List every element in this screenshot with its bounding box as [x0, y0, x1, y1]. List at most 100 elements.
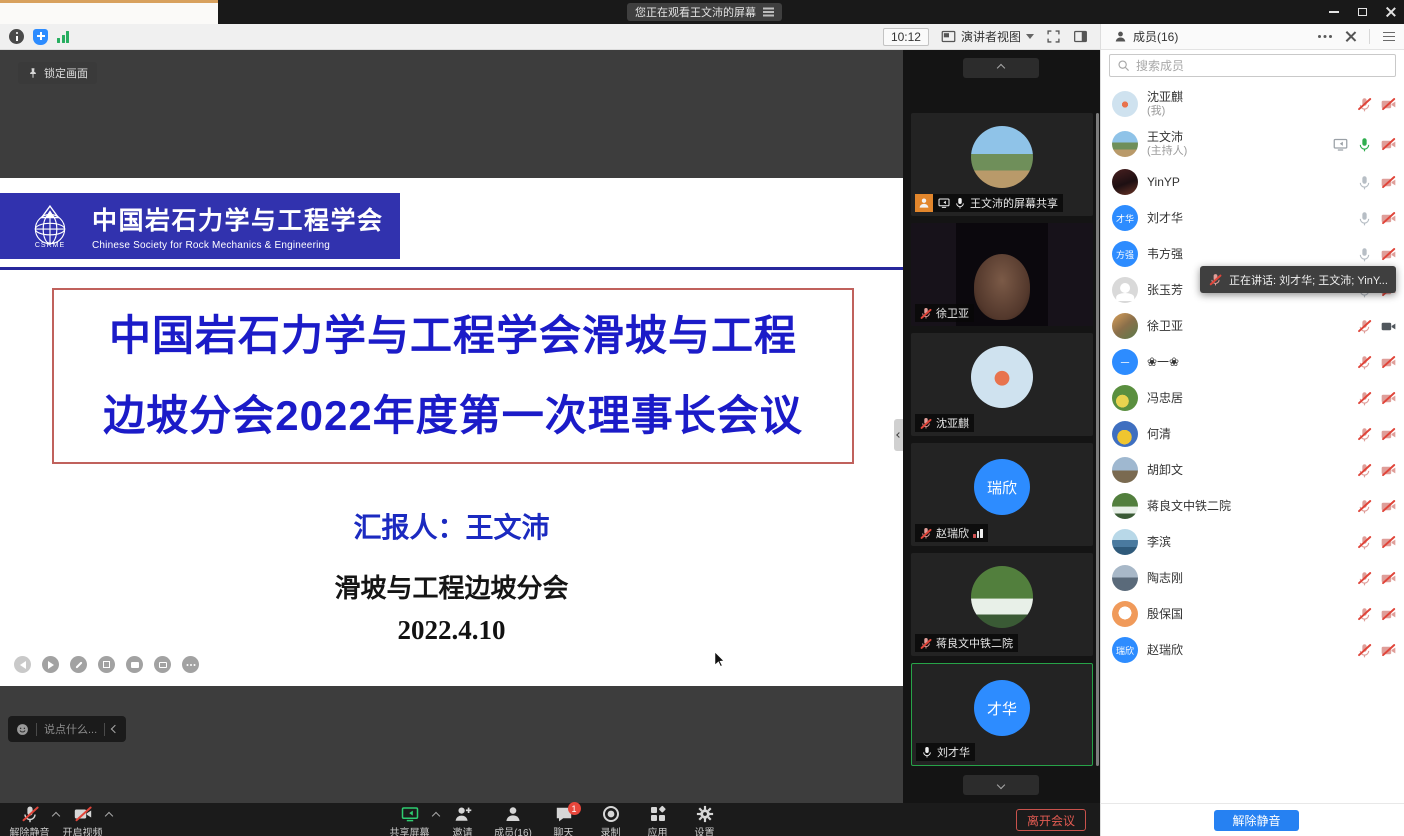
watching-banner[interactable]: 您正在观看王文沛的屏幕: [627, 3, 782, 21]
toolbar-item-record[interactable]: 录制: [587, 805, 634, 836]
avatar: [1112, 421, 1138, 447]
search-input[interactable]: 搜索成员: [1109, 54, 1396, 77]
member-row[interactable]: 沈亚麒(我): [1101, 84, 1404, 124]
video-tile[interactable]: 蒋良文中铁二院: [911, 553, 1093, 656]
video-tile[interactable]: 瑞欣 赵瑞欣: [911, 443, 1093, 546]
member-name: ❀一❀: [1147, 355, 1179, 370]
mic-muted-icon: [1357, 355, 1372, 370]
member-name: 韦方强: [1147, 247, 1183, 262]
view-controls: 10:12 演讲者视图: [883, 28, 1100, 46]
divider: [1369, 29, 1370, 44]
avatar: [1112, 493, 1138, 519]
mic-idle-icon: [1357, 175, 1372, 190]
toolbar-item-invite[interactable]: 邀请: [439, 805, 486, 836]
strip-scroll-down-button[interactable]: [963, 775, 1039, 795]
mouse-cursor: [714, 651, 729, 666]
member-row[interactable]: 殷保国: [1101, 596, 1404, 632]
chevron-left-icon: [896, 432, 902, 438]
meeting-window: 您正在观看王文沛的屏幕 10:12 演讲者视图 成员(: [0, 0, 1404, 836]
search-icon: [1117, 59, 1130, 72]
panel-menu-icon[interactable]: [1383, 36, 1395, 38]
toolbar-item-start-video[interactable]: 开启视频: [59, 805, 106, 836]
chevron-up-icon[interactable]: [105, 812, 113, 820]
view-mode-select[interactable]: 演讲者视图: [941, 28, 1034, 45]
avatar: [971, 346, 1033, 408]
meeting-info-icon[interactable]: [9, 29, 24, 44]
avatar: 才华: [1112, 205, 1138, 231]
tile-label: 王文沛的屏幕共享: [970, 195, 1058, 211]
fullscreen-icon[interactable]: [1046, 29, 1061, 44]
gear-icon: [696, 805, 714, 823]
member-name: 李滨: [1147, 535, 1171, 550]
member-panel-footer: 解除静音: [1100, 803, 1404, 836]
menu-icon[interactable]: [763, 11, 774, 13]
security-shield-icon[interactable]: [33, 29, 48, 45]
member-row[interactable]: YinYP: [1101, 164, 1404, 200]
close-button[interactable]: [1376, 0, 1404, 24]
member-row[interactable]: 才华 刘才华: [1101, 200, 1404, 236]
avatar: 一: [1112, 349, 1138, 375]
avatar: 瑞欣: [1112, 637, 1138, 663]
member-row[interactable]: 一 ❀一❀: [1101, 344, 1404, 380]
strip-scrollbar[interactable]: [1096, 113, 1099, 766]
member-row[interactable]: 徐卫亚: [1101, 308, 1404, 344]
play-icon: [42, 656, 59, 673]
csrme-logo: CSRME: [8, 204, 92, 249]
meeting-timer: 10:12: [883, 28, 929, 46]
toolbar-item-unmute[interactable]: 解除静音: [6, 805, 53, 836]
camera-off-icon: [1381, 571, 1396, 586]
mic-muted-icon: [1357, 427, 1372, 442]
chevron-left-icon[interactable]: [111, 725, 119, 733]
avatar: 瑞欣: [974, 459, 1030, 515]
member-row[interactable]: 何清: [1101, 416, 1404, 452]
shared-screen-view: 锁定画面 CSRME 中国岩石力学与工程学会 Chinese Society f…: [0, 50, 903, 803]
member-panel: 搜索成员 沈亚麒(我) 王文沛(主持人) YinYP 才华 刘才华: [1100, 50, 1404, 803]
leave-meeting-button[interactable]: 离开会议: [1016, 809, 1086, 831]
toolbar-item-members[interactable]: 成员(16): [486, 805, 540, 836]
divider: [104, 723, 105, 736]
member-row[interactable]: 陶志刚: [1101, 560, 1404, 596]
chevron-down-icon: [1026, 34, 1034, 39]
bottom-toolbar: 解除静音 开启视频 共享屏幕 邀请 成员(16): [0, 803, 1100, 836]
sidebar-toggle-icon[interactable]: [1073, 29, 1088, 44]
apps-icon: [649, 805, 667, 823]
quick-chat-input[interactable]: 说点什么...: [8, 716, 126, 742]
screen-share-icon: [1333, 137, 1348, 152]
tile-label: 徐卫亚: [936, 305, 969, 321]
video-tile[interactable]: 沈亚麒: [911, 333, 1093, 436]
slide-title-box: 中国岩石力学与工程学会滑坡与工程 边坡分会2022年度第一次理事长会议: [52, 288, 854, 464]
member-panel-header: 成员(16): [1100, 24, 1404, 50]
video-tile-active-speaker[interactable]: 才华 刘才华: [911, 663, 1093, 766]
minimize-button[interactable]: [1320, 0, 1348, 24]
avatar: [1112, 529, 1138, 555]
member-row[interactable]: 蒋良文中铁二院: [1101, 488, 1404, 524]
chat-placeholder[interactable]: 说点什么...: [44, 721, 97, 737]
video-tile[interactable]: 王文沛的屏幕共享: [911, 113, 1093, 216]
close-panel-icon[interactable]: [1345, 31, 1356, 42]
member-row[interactable]: 李滨: [1101, 524, 1404, 560]
maximize-button[interactable]: [1348, 0, 1376, 24]
pin-view-button[interactable]: 锁定画面: [18, 62, 97, 84]
unmute-button[interactable]: 解除静音: [1214, 810, 1299, 831]
camera-off-icon: [74, 805, 92, 823]
toolbar-item-share-screen[interactable]: 共享屏幕: [386, 805, 433, 836]
emoji-icon[interactable]: [16, 723, 29, 736]
toolbar-item-settings[interactable]: 设置: [681, 805, 728, 836]
toolbar-item-apps[interactable]: 应用: [634, 805, 681, 836]
mic-muted-icon: [21, 805, 39, 823]
more-options-icon[interactable]: [1318, 35, 1321, 38]
strip-scroll-up-button[interactable]: [963, 58, 1039, 78]
member-row[interactable]: 胡卸文: [1101, 452, 1404, 488]
member-row[interactable]: 瑞欣 赵瑞欣: [1101, 632, 1404, 668]
member-row[interactable]: 王文沛(主持人): [1101, 124, 1404, 164]
toolbar-item-chat[interactable]: 1 聊天: [540, 805, 587, 836]
mic-muted-icon: [1357, 463, 1372, 478]
chat-badge: 1: [568, 802, 581, 815]
member-name: 王文沛: [1147, 130, 1187, 145]
strip-collapse-handle[interactable]: [894, 419, 903, 451]
avatar: [1112, 385, 1138, 411]
pin-label: 锁定画面: [44, 65, 88, 81]
member-row[interactable]: 冯忠居: [1101, 380, 1404, 416]
network-signal-icon[interactable]: [57, 31, 69, 43]
video-tile[interactable]: 徐卫亚: [911, 223, 1093, 326]
